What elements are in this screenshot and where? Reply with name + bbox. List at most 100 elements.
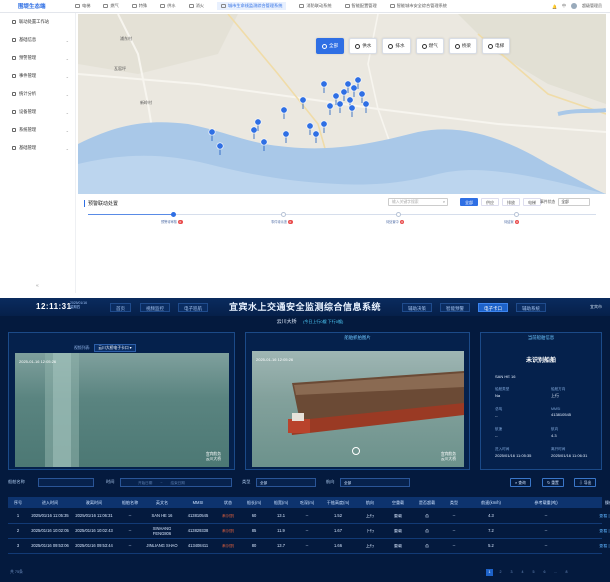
timeline-node[interactable] — [280, 212, 286, 217]
layer-button[interactable]: 燃气 — [415, 38, 444, 54]
top-tab[interactable]: 智能城市安全综合管理系统 — [389, 2, 447, 10]
sidebar-item[interactable]: 基础信息 ⌄ — [8, 31, 75, 49]
search-icon[interactable]: ⌕ — [443, 199, 445, 206]
count-badge: 0 — [514, 220, 520, 224]
sidebar-item[interactable]: 设备管理 ⌄ — [8, 103, 75, 121]
direction-select[interactable]: 全部 — [340, 478, 410, 487]
sidebar-collapse-icon[interactable]: « — [36, 283, 39, 289]
bell-icon[interactable]: 🔔 — [552, 4, 557, 9]
map-marker-icon[interactable] — [320, 120, 328, 133]
category-tab[interactable]: 电梯 — [523, 198, 541, 206]
capture-timestamp: 2025-01-16 12:05:26 — [256, 357, 294, 362]
page-button[interactable]: 4 — [519, 569, 526, 576]
tab-label: 电梯 — [82, 3, 91, 8]
search-input[interactable]: 输入关键字搜索 ⌕ — [388, 198, 448, 206]
map-marker-icon[interactable] — [250, 126, 258, 139]
query-button[interactable]: ⌕ 查询 — [510, 478, 531, 487]
user-name[interactable]: 超级管理员 — [582, 3, 602, 9]
layer-button[interactable]: 排水 — [382, 38, 411, 54]
sidebar-item[interactable]: 联动处置工作站 — [8, 13, 75, 31]
tab-home[interactable]: 首页 — [110, 303, 131, 312]
map-marker-icon[interactable] — [280, 106, 288, 119]
export-button[interactable]: ⇩ 导出 — [574, 478, 597, 487]
type-value: 全部 — [260, 481, 268, 485]
map-marker-icon[interactable] — [282, 130, 290, 143]
map-marker-icon[interactable] — [299, 96, 307, 109]
table-row[interactable]: 1 2025/01/16 11:05:35 2025/01/16 11:06:31 -… — [8, 510, 610, 524]
user-city[interactable]: 宜宾市 — [590, 304, 602, 310]
tab-decision[interactable]: 辅助决策 — [402, 303, 432, 312]
category-tab[interactable]: 供应 — [481, 198, 499, 206]
layer-button[interactable]: 全部 — [316, 38, 345, 54]
row-actions[interactable]: 查看 | 删除 — [576, 529, 610, 534]
top-tab[interactable]: 消防联动系统 — [299, 2, 332, 10]
timeline-node[interactable] — [395, 212, 401, 217]
timeline-node[interactable] — [513, 212, 519, 217]
row-actions[interactable]: 查看 | 删除 — [576, 544, 610, 549]
top-tab[interactable]: 供水 — [160, 2, 176, 10]
type-select[interactable]: 全部 — [256, 478, 316, 487]
page-button[interactable]: 3 — [508, 569, 515, 576]
layer-button[interactable]: 电梯 — [482, 38, 511, 54]
map-marker-icon[interactable] — [348, 104, 356, 117]
sidebar-item[interactable]: 基础管理 ⌄ — [8, 139, 75, 157]
tab-warning[interactable]: 智能预警 — [440, 303, 470, 312]
map-view[interactable]: 浦东村 瓦窑坪 新岭村 全部 供水 排水 燃气 桥梁 电梯 — [78, 14, 606, 194]
page-button[interactable]: 8 — [563, 569, 570, 576]
category-tab[interactable]: 排放 — [502, 198, 520, 206]
info-field-label: 进入时间 — [495, 447, 510, 451]
map-marker-icon[interactable] — [362, 100, 370, 113]
top-tab[interactable]: 燃气 — [103, 2, 119, 10]
ship-name-input[interactable] — [38, 478, 94, 487]
map-marker-icon[interactable] — [208, 128, 216, 141]
camera-select[interactable]: 云川大桥电子卡口 ▾ — [94, 344, 136, 352]
map-marker-icon[interactable] — [326, 102, 334, 115]
top-tab[interactable]: 城市生命线监测综合管理系统 — [216, 2, 287, 10]
sidebar-item[interactable]: 事件管理 ⌄ — [8, 67, 75, 85]
sidebar-item[interactable]: 统计分析 ⌄ — [8, 85, 75, 103]
table-cell: 重载 — [393, 514, 403, 519]
table-row[interactable]: 3 2025/01/16 09:53:06 2025/01/16 09:53:44 -… — [8, 540, 610, 554]
top-tab[interactable]: 智能配置管理 — [344, 2, 377, 10]
reset-button[interactable]: ↻ 重置 — [542, 478, 564, 487]
map-marker-icon[interactable] — [216, 142, 224, 155]
map-marker-icon[interactable] — [306, 122, 314, 135]
page-button[interactable]: 2 — [497, 569, 504, 576]
sidebar-item-label: 系统管理 — [19, 127, 37, 132]
location-name[interactable]: 云川大桥 — [277, 318, 297, 325]
sidebar-item[interactable]: 系统管理 ⌄ — [8, 121, 75, 139]
layer-button[interactable]: 供水 — [349, 38, 378, 54]
tab-aux[interactable]: 辅助系统 — [516, 303, 546, 312]
map-marker-icon[interactable] — [312, 130, 320, 143]
page-button[interactable]: ... — [552, 569, 559, 576]
category-tab[interactable]: 全部 — [460, 198, 478, 206]
map-marker-icon[interactable] — [320, 80, 328, 93]
map-marker-icon[interactable] — [336, 100, 344, 113]
map-marker-icon[interactable] — [260, 138, 268, 151]
map-marker-icon[interactable] — [340, 88, 348, 101]
map-marker-icon[interactable] — [350, 84, 358, 97]
page-button[interactable]: 6 — [541, 569, 548, 576]
ship-capture-image[interactable]: 2025-01-16 12:05:26 宜宾航务 云川大桥 — [252, 351, 464, 467]
tab-video[interactable]: 视频监控 — [140, 303, 170, 312]
live-video[interactable]: 2025-01-16 12:05:26 宜宾航务 云川大桥 — [15, 353, 229, 467]
table-row[interactable]: 2 2025/01/16 10:02:05 2025/01/16 10:02:43 -… — [8, 525, 610, 539]
table-cell: 85 — [251, 529, 257, 534]
tab-checkpoint[interactable]: 电子卡口 — [478, 303, 508, 312]
avatar[interactable] — [571, 3, 577, 9]
column-header: 参考载重(吨) — [534, 499, 558, 505]
top-tab[interactable]: 消火 — [188, 2, 204, 10]
timeline-node[interactable] — [170, 212, 176, 217]
language-switch[interactable]: 中 — [562, 3, 566, 9]
page-button[interactable]: 1 — [486, 569, 493, 576]
layer-button[interactable]: 桥梁 — [448, 38, 478, 54]
top-tab[interactable]: 电梯 — [75, 2, 90, 10]
row-actions[interactable]: 查看 | 删除 — [576, 514, 610, 519]
page-button[interactable]: 5 — [530, 569, 537, 576]
timeline-node-label: 预警待审核 0 — [161, 219, 183, 224]
date-range-input[interactable]: 开始日期 ~ 结束日期 — [120, 478, 232, 487]
status-select[interactable]: 全部 — [558, 198, 591, 206]
sidebar-item[interactable]: 预警管理 ⌄ — [8, 49, 75, 67]
sidebar-item-label: 统计分析 — [19, 91, 37, 96]
top-tab[interactable]: 特殊 — [131, 2, 147, 10]
